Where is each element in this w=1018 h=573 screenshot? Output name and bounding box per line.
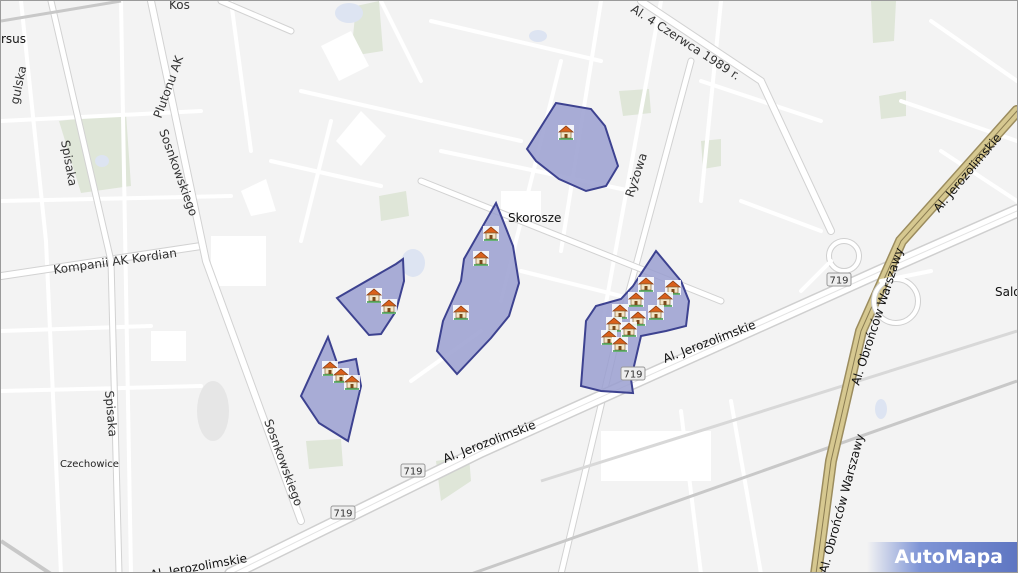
house-icon[interactable]: [611, 303, 629, 320]
label-jerozolimskie-ne: Al. Jerozolimskie: [931, 131, 1005, 215]
automapa-logo[interactable]: AutoMapa: [867, 542, 1017, 572]
label-jerozolimskie-mid: Al. Jerozolimskie: [441, 418, 538, 466]
label-ursus: rsus: [1, 32, 26, 46]
house-icon[interactable]: [637, 276, 655, 293]
house-icon[interactable]: [343, 374, 361, 391]
label-skorosze: Skorosze: [508, 211, 561, 225]
house-icon[interactable]: [647, 304, 665, 321]
house-icon[interactable]: [472, 250, 490, 267]
label-czechowice: Czechowice: [60, 459, 119, 470]
svg-text:719: 719: [403, 467, 422, 478]
label-gulska: gulska: [8, 64, 30, 105]
label-ryzowa: Ryżowa: [623, 151, 650, 199]
label-spisaka-bottom: Spisaka: [102, 390, 120, 437]
road-shield: 719: [330, 505, 356, 520]
label-salo: Salo: [995, 285, 1017, 299]
road-shield: 719: [826, 272, 852, 287]
label-plutonu: Plutonu AK: [151, 53, 187, 120]
map-canvas[interactable]: 719 719 719 719 rsus Kos gulska Skorosze…: [1, 1, 1017, 572]
svg-text:719: 719: [623, 370, 642, 381]
road-shield: 719: [400, 463, 426, 478]
house-icon[interactable]: [620, 321, 638, 338]
svg-text:719: 719: [829, 276, 848, 287]
label-sosnkowskiego-bottom: Sosnkowskiego: [261, 417, 305, 508]
house-icon[interactable]: [656, 291, 674, 308]
house-icon[interactable]: [380, 298, 398, 315]
svg-text:719: 719: [333, 509, 352, 520]
house-icon[interactable]: [452, 304, 470, 321]
house-icon[interactable]: [627, 291, 645, 308]
house-icon[interactable]: [611, 336, 629, 353]
road-shield: 719: [620, 366, 646, 381]
label-kompanii: Kompanii AK Kordian: [52, 246, 177, 277]
area-skorosze[interactable]: [435, 200, 521, 376]
house-icon[interactable]: [482, 225, 500, 242]
area-north[interactable]: [525, 101, 620, 193]
map-view[interactable]: 719 719 719 719 rsus Kos gulska Skorosze…: [0, 0, 1018, 573]
house-icon[interactable]: [557, 124, 575, 141]
house-icon[interactable]: [605, 316, 623, 333]
label-kos: Kos: [169, 1, 190, 12]
house-icon[interactable]: [365, 287, 383, 304]
